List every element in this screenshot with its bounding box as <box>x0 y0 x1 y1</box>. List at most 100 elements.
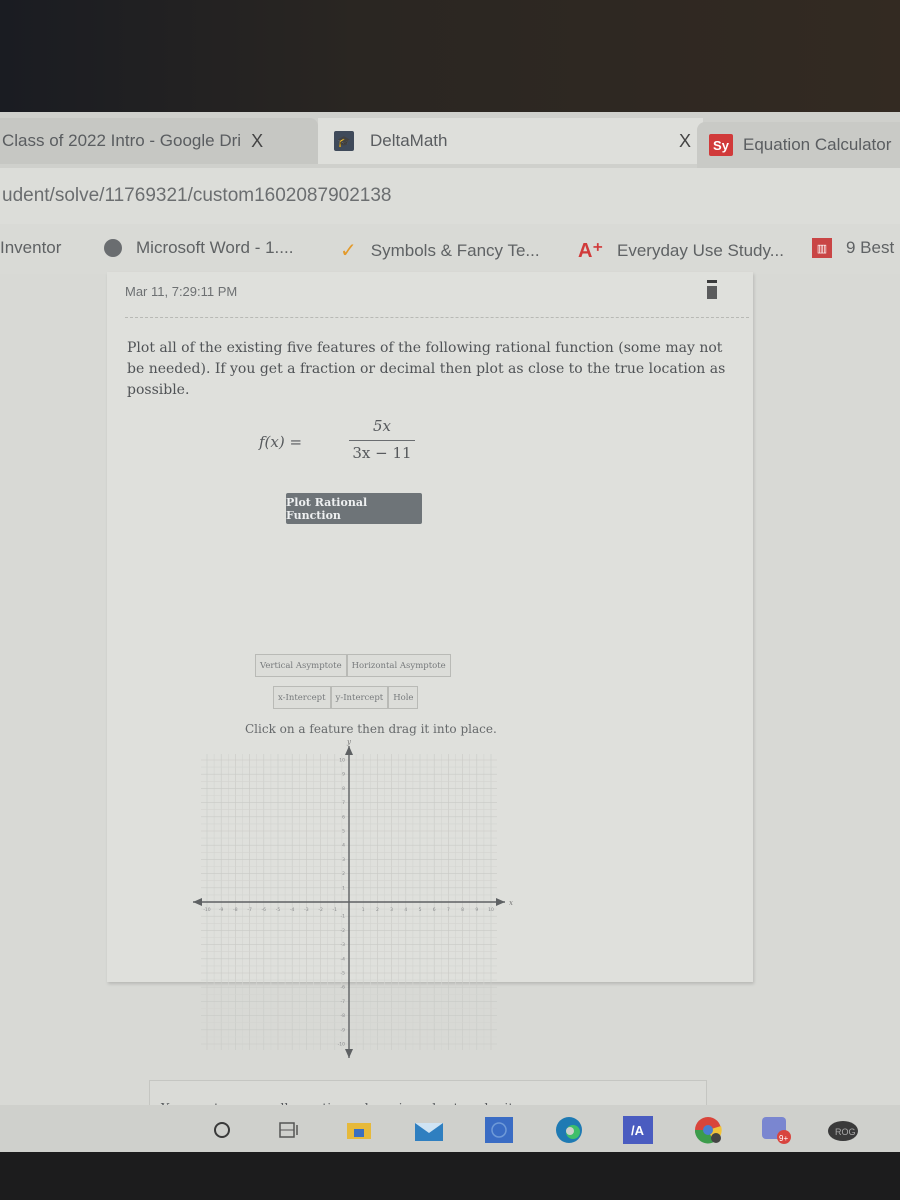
photo-background-bottom <box>0 1152 900 1200</box>
x-tick-label: -4 <box>290 907 295 913</box>
x-tick-label: 4 <box>404 907 407 913</box>
url-text[interactable]: udent/solve/11769321/custom1602087902138 <box>2 185 391 207</box>
task-view-icon[interactable] <box>278 1115 300 1145</box>
x-tick-label: -8 <box>233 907 238 913</box>
y-tick-label: -7 <box>341 999 346 1005</box>
y-tick-label: -3 <box>341 942 346 948</box>
tab-deltamath[interactable]: 🎓 DeltaMath X <box>318 118 703 164</box>
x-tick-label: 1 <box>362 907 365 913</box>
tab-label: Equation Calculator <box>743 135 892 154</box>
browser-window: Class of 2022 Intro - Google Dri X 🎓 Del… <box>0 112 900 1195</box>
tab-google-drive[interactable]: Class of 2022 Intro - Google Dri X <box>0 118 318 164</box>
cortana-search-icon[interactable] <box>212 1115 232 1145</box>
svg-text:ROG: ROG <box>835 1127 856 1137</box>
checkmark-icon: ✓ <box>340 240 357 262</box>
symbolab-icon: Sy <box>709 134 733 156</box>
bookmark-m-icon: ▥ <box>812 238 832 258</box>
y-tick-label: 7 <box>342 800 345 806</box>
edge-browser-icon[interactable] <box>554 1115 584 1145</box>
x-tick-label: -9 <box>219 907 224 913</box>
tab-label: Class of 2022 Intro - Google Dri <box>2 131 242 150</box>
y-axis-top-arrow <box>345 746 353 755</box>
bookmark-inventor[interactable]: Inventor <box>0 238 61 258</box>
y-tick-label: -10 <box>338 1042 345 1048</box>
x-tick-label: 8 <box>461 907 464 913</box>
tab-equation-calculator[interactable]: Sy Equation Calculator <box>697 122 900 168</box>
x-tick-label: 3 <box>390 907 393 913</box>
coordinate-graph[interactable]: x y -10 -9 -8 -7 -6 -5 -4 -3 -2 -1 1 2 3 4 5 6 7 8 9 10 10 9 8 7 6… <box>193 740 533 1060</box>
drag-instruction: Click on a feature then drag it into pla… <box>245 722 497 736</box>
bookmark-everyday-use[interactable]: A⁺ Everyday Use Study... <box>578 238 784 263</box>
y-tick-label: -5 <box>341 971 346 977</box>
horizontal-asymptote-button[interactable]: Horizontal Asymptote <box>346 654 451 677</box>
problem-prompt: Plot all of the existing five features o… <box>127 340 726 398</box>
file-explorer-icon[interactable] <box>346 1115 372 1145</box>
y-tick-label: -1 <box>341 914 346 920</box>
bookmark-symbols[interactable]: ✓ Symbols & Fancy Te... <box>340 238 540 263</box>
bookmarks-bar: Inventor Microsoft Word - 1.... ✓ Symbol… <box>0 224 900 274</box>
y-tick-label: 4 <box>342 843 345 849</box>
bookmark-microsoft-word[interactable]: Microsoft Word - 1.... <box>104 238 293 258</box>
x-axis-right-arrow <box>496 898 505 906</box>
chrome-icon[interactable] <box>692 1115 724 1145</box>
address-bar[interactable]: udent/solve/11769321/custom1602087902138 <box>0 168 900 224</box>
close-tab-icon[interactable]: X <box>251 131 263 152</box>
discord-icon[interactable]: 9+ <box>760 1115 794 1145</box>
x-tick-label: -6 <box>262 907 267 913</box>
app-icon[interactable]: /A <box>622 1115 654 1145</box>
feature-buttons-row2: x-Intercept y-Intercept Hole <box>273 686 419 709</box>
svg-text:9+: 9+ <box>779 1134 788 1143</box>
svg-text:/A: /A <box>631 1123 645 1138</box>
bookmark-label: Microsoft Word - 1.... <box>136 238 294 257</box>
feature-buttons-row1: Vertical Asymptote Horizontal Asymptote <box>255 654 451 677</box>
bookmark-9-best[interactable]: ▥ 9 Best <box>812 238 894 258</box>
graduation-cap-icon: 🎓 <box>334 131 354 151</box>
vertical-asymptote-button[interactable]: Vertical Asymptote <box>255 654 347 677</box>
y-tick-label: -9 <box>341 1027 346 1033</box>
y-tick-label: -2 <box>341 928 346 934</box>
fraction-bar <box>349 440 415 441</box>
hole-button[interactable]: Hole <box>388 686 419 709</box>
y-tick-label: 10 <box>339 758 345 764</box>
y-tick-label: 2 <box>342 871 345 877</box>
numerator: 5x <box>372 417 391 435</box>
y-tick-label: 3 <box>342 857 345 863</box>
y-axis-bottom-arrow <box>345 1049 353 1058</box>
x-axis-left-arrow <box>193 898 202 906</box>
x-tick-label: 9 <box>475 907 478 913</box>
x-tick-label: -10 <box>203 907 210 913</box>
store-icon[interactable] <box>484 1115 514 1145</box>
y-intercept-button[interactable]: y-Intercept <box>330 686 389 709</box>
game-icon[interactable]: ROG <box>826 1115 860 1145</box>
y-tick-label: 8 <box>342 786 345 792</box>
x-intercept-button[interactable]: x-Intercept <box>273 686 331 709</box>
x-tick-label: 5 <box>419 907 422 913</box>
bookmark-label: Everyday Use Study... <box>617 240 784 260</box>
photo-background-top <box>0 0 900 115</box>
tab-label: DeltaMath <box>370 131 448 150</box>
y-tick-label: 9 <box>342 772 345 778</box>
tab-bar: Class of 2022 Intro - Google Dri X 🎓 Del… <box>0 112 900 168</box>
plot-rational-function-button[interactable]: Plot Rational Function <box>286 493 422 524</box>
x-tick-label: -2 <box>318 907 323 913</box>
divider <box>125 317 749 318</box>
x-tick-label: 6 <box>433 907 436 913</box>
close-tab-icon[interactable]: X <box>679 131 691 152</box>
y-axis-label: y <box>346 740 352 746</box>
bookmark-label: Symbols & Fancy Te... <box>370 240 540 260</box>
x-tick-label: -1 <box>333 907 338 913</box>
x-tick-label: -3 <box>304 907 309 913</box>
taskbar: /A 9+ ROG <box>0 1105 900 1155</box>
calculator-icon[interactable] <box>707 280 717 300</box>
x-tick-label: 2 <box>376 907 379 913</box>
fraction: 5x 3x − 11 <box>349 417 415 462</box>
y-tick-label: -4 <box>341 956 346 962</box>
bookmark-label: 9 Best <box>846 238 895 257</box>
mail-icon[interactable] <box>414 1115 444 1145</box>
x-tick-label: 10 <box>488 907 494 913</box>
x-tick-label: 7 <box>447 907 450 913</box>
x-tick-label: -7 <box>247 907 252 913</box>
y-tick-label: -8 <box>341 1013 346 1019</box>
timestamp: Mar 11, 7:29:11 PM <box>125 284 238 299</box>
bookmark-label: Inventor <box>0 238 62 257</box>
